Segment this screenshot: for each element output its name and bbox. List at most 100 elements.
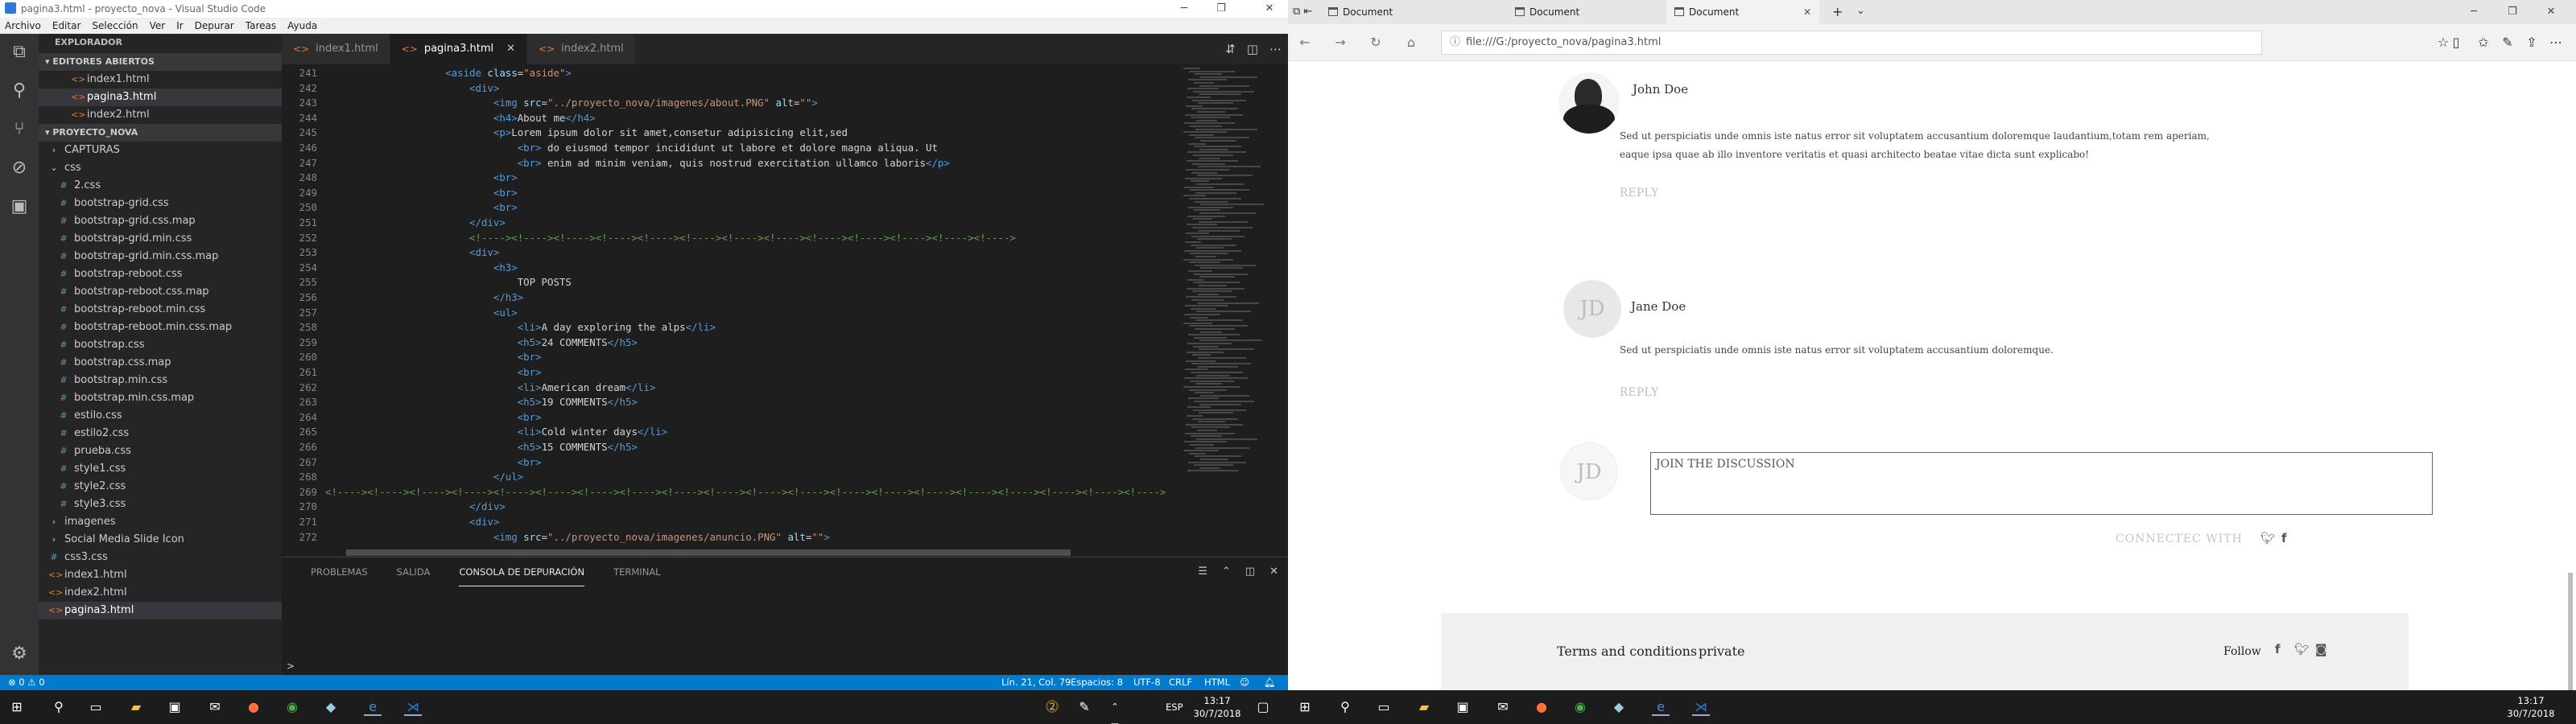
menu-item[interactable]: Tareas: [246, 18, 276, 34]
task-view-icon[interactable]: ▭: [1375, 698, 1393, 716]
forward-icon[interactable]: →: [1328, 32, 1352, 53]
mail-icon[interactable]: ✉: [206, 698, 224, 716]
back-icon[interactable]: ←: [1293, 32, 1317, 53]
file-item[interactable]: #2.css: [39, 177, 282, 195]
file-item[interactable]: # bootstrap-reboot.css.map: [39, 283, 282, 301]
console-prompt[interactable]: >: [287, 660, 295, 672]
app-icon[interactable]: ◆: [322, 698, 340, 716]
eol-status[interactable]: CRLF: [1169, 675, 1192, 690]
editor-horizontal-scrollbar[interactable]: [346, 549, 1071, 556]
folder-item[interactable]: ⌄ css: [39, 159, 282, 177]
indent-status[interactable]: Espacios: 8: [1071, 675, 1123, 690]
pen-icon[interactable]: ✎: [1075, 698, 1093, 716]
file-item[interactable]: # style1.css: [39, 460, 282, 478]
minimize-icon[interactable]: ─: [2455, 3, 2492, 21]
firefox-icon[interactable]: ●: [245, 698, 262, 716]
restore-icon[interactable]: ❐: [2494, 3, 2531, 21]
edge-icon[interactable]: e: [1652, 698, 1670, 716]
chevron-up-icon[interactable]: ⌃: [1222, 566, 1231, 578]
menu-item[interactable]: Ayuda: [287, 18, 317, 34]
extensions-icon[interactable]: ▣: [0, 188, 39, 224]
editor-vertical-scrollbar[interactable]: [1277, 64, 1288, 547]
private-link[interactable]: private: [1699, 644, 1744, 659]
file-item[interactable]: # estilo.css: [39, 407, 282, 425]
menu-item[interactable]: Selección: [92, 18, 138, 34]
facebook-icon[interactable]: f: [2275, 642, 2281, 656]
address-bar[interactable]: ⓘ file:///G:/proyecto_nova/pagina3.html: [1441, 31, 2262, 55]
restore-icon[interactable]: ❐: [1203, 0, 1240, 18]
edge-icon[interactable]: e: [364, 698, 382, 716]
split-editor-icon[interactable]: ◫: [1247, 42, 1258, 56]
clock[interactable]: 13:17 30/7/2018: [2507, 694, 2555, 720]
file-item[interactable]: <> index2.html: [39, 584, 282, 602]
maximize-panel-icon[interactable]: ◫: [1245, 566, 1255, 578]
more-icon[interactable]: ⋯: [2544, 32, 2568, 53]
file-item[interactable]: # bootstrap-grid.min.css.map: [39, 248, 282, 265]
instagram-icon[interactable]: ◙: [2315, 642, 2327, 656]
file-item[interactable]: # bootstrap.min.css.map: [39, 389, 282, 407]
file-item[interactable]: # bootstrap-grid.css: [39, 195, 282, 212]
minimize-icon[interactable]: ─: [1166, 0, 1203, 18]
notification-app-icon[interactable]: ⓶: [1043, 698, 1061, 716]
file-item[interactable]: # css3.css: [39, 549, 282, 566]
tab-list-chevron-icon[interactable]: ⌄: [1856, 5, 1865, 17]
file-item[interactable]: # bootstrap.min.css: [39, 372, 282, 389]
notes-icon[interactable]: ✎: [2496, 32, 2520, 53]
debug-icon[interactable]: ⊘: [0, 150, 39, 185]
firefox-icon[interactable]: ●: [1533, 698, 1550, 716]
close-panel-icon[interactable]: ✕: [1269, 566, 1278, 578]
discussion-input[interactable]: JOIN THE DISCUSSION: [1650, 452, 2433, 515]
tab-pagina3-html[interactable]: <> pagina3.html ✕: [390, 34, 528, 64]
home-icon[interactable]: ⌂: [1399, 32, 1423, 53]
file-item[interactable]: # prueba.css: [39, 442, 282, 460]
refresh-icon[interactable]: ↻: [1364, 32, 1388, 53]
file-item[interactable]: # estilo2.css: [39, 425, 282, 442]
notifications-bell-icon[interactable]: 🔔︎: [1264, 675, 1276, 690]
more-actions-icon[interactable]: ⋯: [1269, 42, 1282, 56]
project-header[interactable]: ▾ PROYECTO_NOVA: [39, 124, 282, 142]
browser-tab-3[interactable]: Document ✕: [1666, 0, 1819, 24]
reply-link[interactable]: REPLY: [1620, 386, 1659, 399]
terms-link[interactable]: Terms and conditions: [1557, 644, 1697, 659]
system-tray-icons[interactable]: ⌃ ▭ ◁): [1106, 698, 1124, 724]
file-item[interactable]: # bootstrap.css.map: [39, 354, 282, 372]
file-item[interactable]: # bootstrap.css: [39, 336, 282, 354]
app-icon[interactable]: ◆: [1610, 698, 1628, 716]
twitter-icon[interactable]: 🐦︎: [2294, 642, 2310, 656]
mail-icon[interactable]: ✉: [1494, 698, 1512, 716]
close-icon[interactable]: ✕: [1251, 0, 1288, 18]
store-icon[interactable]: ▣: [1454, 698, 1472, 716]
close-tab-icon[interactable]: ✕: [506, 34, 515, 64]
minimap[interactable]: [1180, 64, 1277, 547]
chrome-icon[interactable]: ◉: [1571, 698, 1589, 716]
file-item[interactable]: <> index1.html: [39, 566, 282, 584]
windows-start-icon[interactable]: ⊞: [8, 698, 26, 716]
tab-manager-icon[interactable]: ⧉ ⇤: [1293, 6, 1312, 18]
open-editors-header[interactable]: ▾ EDITORES ABIERTOS: [39, 53, 282, 71]
open-editor-item[interactable]: <> pagina3.html: [39, 88, 282, 106]
menu-item[interactable]: Archivo: [5, 18, 41, 34]
file-item[interactable]: # style3.css: [39, 496, 282, 513]
browser-tab-2[interactable]: Document: [1507, 0, 1668, 24]
cursor-position[interactable]: Lín. 21, Col. 79: [1001, 675, 1071, 690]
encoding-status[interactable]: UTF-8: [1133, 675, 1161, 690]
search-icon[interactable]: ⚲: [1336, 698, 1354, 716]
open-editor-item[interactable]: <> index2.html: [39, 106, 282, 124]
panel-tab[interactable]: SALIDA: [397, 557, 431, 586]
clock[interactable]: 13:17 30/7/2018: [1193, 694, 1241, 720]
panel-tab[interactable]: TERMINAL: [613, 557, 660, 586]
open-preview-icon[interactable]: ⇵: [1225, 42, 1236, 56]
folder-item[interactable]: › CAPTURAS: [39, 142, 282, 159]
facebook-icon[interactable]: f: [2281, 531, 2287, 545]
folder-item[interactable]: › Social Media Slide Icon: [39, 531, 282, 549]
panel-tab[interactable]: CONSOLA DE DEPURACIÓN: [459, 557, 585, 586]
language-status[interactable]: HTML: [1204, 675, 1230, 690]
task-view-icon[interactable]: ▭: [87, 698, 105, 716]
tab-index1-html[interactable]: <> index1.html: [282, 34, 390, 64]
file-item[interactable]: # bootstrap-grid.css.map: [39, 212, 282, 230]
store-icon[interactable]: ▣: [166, 698, 184, 716]
vscode-taskbar-icon[interactable]: ⋊: [404, 698, 422, 716]
file-item[interactable]: # bootstrap-reboot.min.css.map: [39, 319, 282, 336]
file-explorer-icon[interactable]: ▰: [1415, 698, 1433, 716]
page-scrollbar[interactable]: [2565, 61, 2574, 690]
